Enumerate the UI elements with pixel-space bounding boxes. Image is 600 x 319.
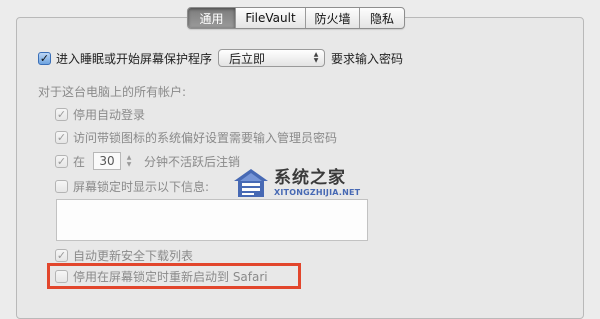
- tab-bar: 通用 FileVault 防火墙 隐私: [187, 7, 405, 29]
- auto-update-checkbox[interactable]: ✓: [55, 248, 68, 262]
- require-admin-checkbox[interactable]: ✓: [55, 130, 68, 144]
- password-delay-select[interactable]: 后立即 ▲ ▼: [218, 49, 326, 67]
- house-logo-icon: [234, 169, 268, 197]
- require-admin-label: 访问带锁图标的系统偏好设置需要输入管理员密码: [73, 130, 338, 145]
- disable-autologin-checkbox[interactable]: ✓: [55, 107, 68, 121]
- require-password-row: ✓ 进入睡眠或开始屏幕保护程序 后立即 ▲ ▼ 要求输入密码: [38, 49, 403, 67]
- show-message-label: 屏幕锁定时显示以下信息:: [73, 179, 210, 194]
- tab-filevault[interactable]: FileVault: [235, 8, 305, 28]
- disable-autologin-label: 停用自动登录: [73, 107, 146, 122]
- watermark-text: 系统之家 XITONGZHIJIA.NET: [274, 167, 361, 198]
- tab-firewall[interactable]: 防火墙: [305, 8, 359, 28]
- logout-after-prefix: 在: [73, 154, 86, 169]
- tab-general[interactable]: 通用: [188, 8, 235, 28]
- watermark-logo: 系统之家 XITONGZHIJIA.NET: [232, 160, 387, 206]
- require-password-checkbox[interactable]: ✓: [38, 51, 51, 65]
- show-message-row: 屏幕锁定时显示以下信息:: [55, 177, 209, 195]
- password-delay-value: 后立即: [229, 51, 266, 66]
- stepper-arrows-icon[interactable]: ▲ ▼: [124, 152, 134, 170]
- logout-minutes-field[interactable]: 30: [93, 152, 122, 170]
- highlight-box: [47, 263, 301, 289]
- auto-update-label: 自动更新安全下载列表: [73, 248, 194, 263]
- watermark-name-en: XITONGZHIJIA.NET: [274, 187, 361, 197]
- auto-update-row: ✓ 自动更新安全下载列表: [55, 246, 193, 264]
- require-password-label: 进入睡眠或开始屏幕保护程序: [56, 51, 213, 66]
- require-admin-row: ✓ 访问带锁图标的系统偏好设置需要输入管理员密码: [55, 128, 337, 146]
- logout-after-checkbox[interactable]: ✓: [55, 154, 68, 168]
- logout-after-suffix: 分钟不活跃后注销: [144, 154, 241, 169]
- watermark-name-cn: 系统之家: [274, 167, 346, 188]
- show-message-checkbox[interactable]: [55, 179, 68, 193]
- disable-autologin-row: ✓ 停用自动登录: [55, 105, 145, 123]
- tab-privacy[interactable]: 隐私: [359, 8, 404, 28]
- updown-arrows-icon: ▲ ▼: [313, 51, 319, 64]
- all-accounts-heading-row: 对于这台电脑上的所有帐户:: [38, 82, 186, 100]
- require-password-suffix: 要求输入密码: [331, 51, 404, 66]
- logout-after-row: ✓ 在 30 ▲ ▼ 分钟不活跃后注销: [55, 152, 240, 170]
- all-accounts-heading: 对于这台电脑上的所有帐户:: [38, 84, 187, 99]
